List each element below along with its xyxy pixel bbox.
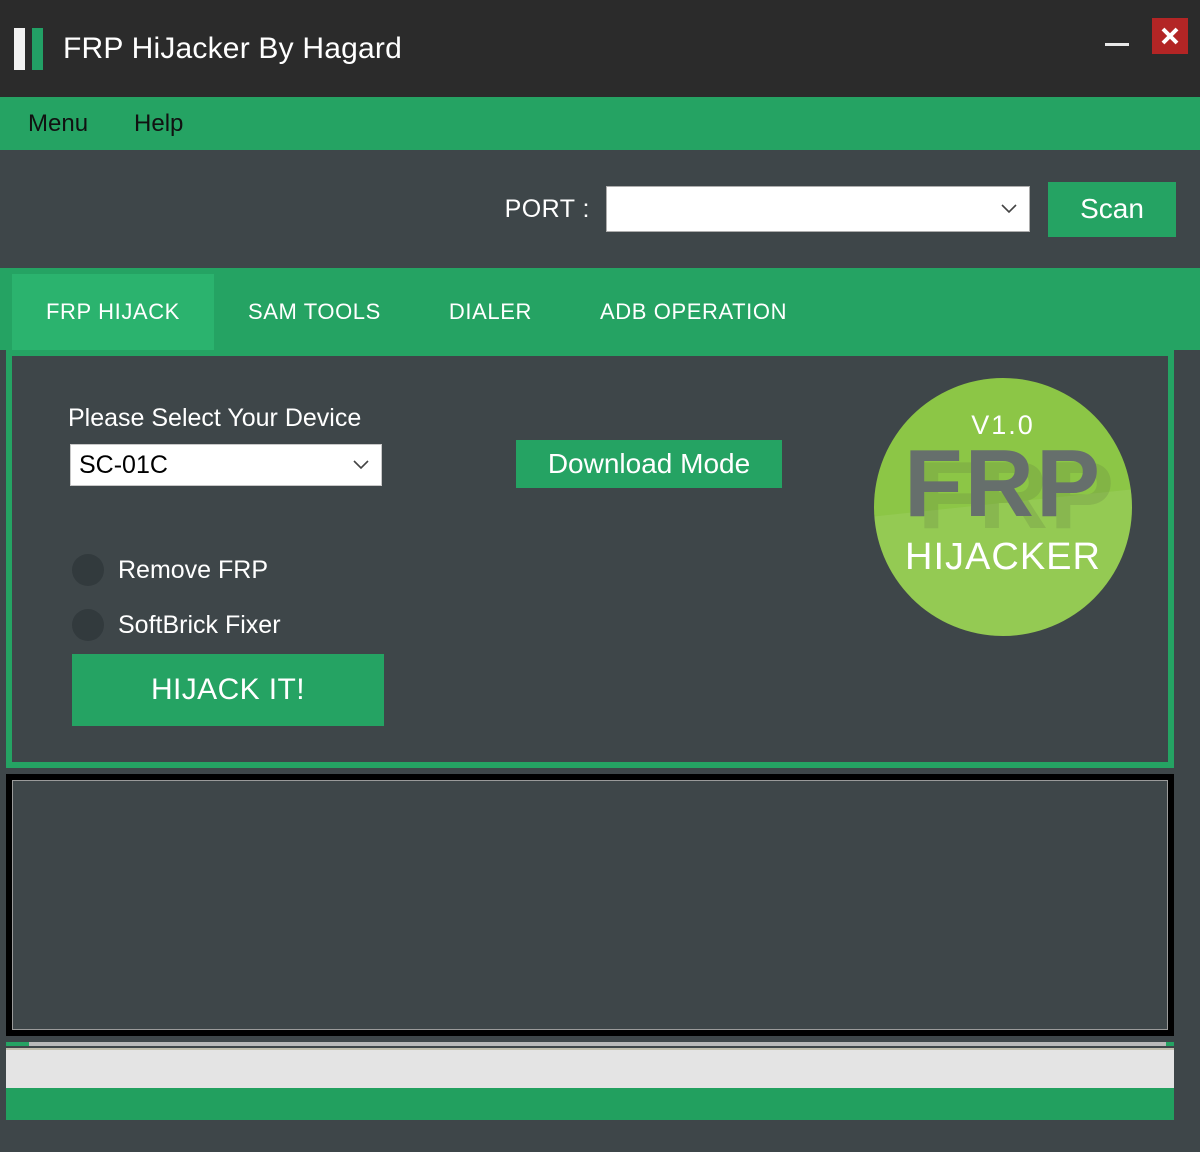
status-strip <box>6 1048 1174 1088</box>
tab-dialer[interactable]: DIALER <box>415 274 566 350</box>
port-label: PORT : <box>504 194 590 223</box>
menu-item-menu[interactable]: Menu <box>28 110 88 138</box>
footer-bar <box>6 1088 1174 1120</box>
tab-adb-operation[interactable]: ADB OPERATION <box>566 274 821 350</box>
menu-bar: Menu Help <box>0 97 1200 150</box>
progress-bar-fill <box>6 1042 30 1046</box>
close-button[interactable] <box>1152 18 1188 54</box>
frp-hijack-panel: Please Select Your Device SC-01C Downloa… <box>12 356 1168 762</box>
tab-content-frame: Please Select Your Device SC-01C Downloa… <box>6 350 1174 768</box>
badge-hijacker-label: HIJACKER <box>905 536 1101 578</box>
tab-frp-hijack[interactable]: FRP HIJACK <box>12 274 214 350</box>
device-select-value: SC-01C <box>79 450 168 479</box>
minimize-button[interactable] <box>1100 18 1134 52</box>
device-select[interactable]: SC-01C <box>70 444 382 486</box>
tab-strip: FRP HIJACK SAM TOOLS DIALER ADB OPERATIO… <box>0 268 1200 350</box>
logo-bar-white <box>14 27 25 70</box>
download-mode-button[interactable]: Download Mode <box>516 440 782 488</box>
radio-softbrick-fixer-label: SoftBrick Fixer <box>118 610 281 639</box>
close-icon <box>1161 27 1179 45</box>
progress-bar-endcap <box>1166 1042 1174 1046</box>
window-title: FRP HiJacker By Hagard <box>63 31 402 65</box>
window-controls <box>1100 18 1188 54</box>
radio-softbrick-fixer[interactable]: SoftBrick Fixer <box>72 609 281 641</box>
badge-frp-label: FRP <box>904 430 1102 537</box>
log-frame <box>6 774 1174 1036</box>
port-select[interactable] <box>606 186 1030 232</box>
chevron-down-icon <box>353 460 369 470</box>
frp-hijacker-badge: V1.0 FRP HIJACKER <box>874 378 1132 636</box>
title-bar: FRP HiJacker By Hagard <box>0 0 1200 97</box>
port-row: PORT : Scan <box>0 150 1200 268</box>
menu-item-help[interactable]: Help <box>134 110 183 138</box>
hijack-it-button[interactable]: HIJACK IT! <box>72 654 384 726</box>
log-output[interactable] <box>12 780 1168 1030</box>
tab-sam-tools[interactable]: SAM TOOLS <box>214 274 415 350</box>
progress-bar <box>6 1042 1174 1046</box>
radio-remove-frp-label: Remove FRP <box>118 555 269 584</box>
radio-remove-frp[interactable]: Remove FRP <box>72 554 268 586</box>
radio-dot-icon <box>72 554 104 586</box>
double-bar-logo-icon <box>14 27 43 71</box>
radio-dot-icon <box>72 609 104 641</box>
logo-bar-green <box>32 27 43 70</box>
device-select-label: Please Select Your Device <box>68 404 362 432</box>
scan-button[interactable]: Scan <box>1048 181 1176 237</box>
chevron-down-icon <box>1001 204 1017 214</box>
